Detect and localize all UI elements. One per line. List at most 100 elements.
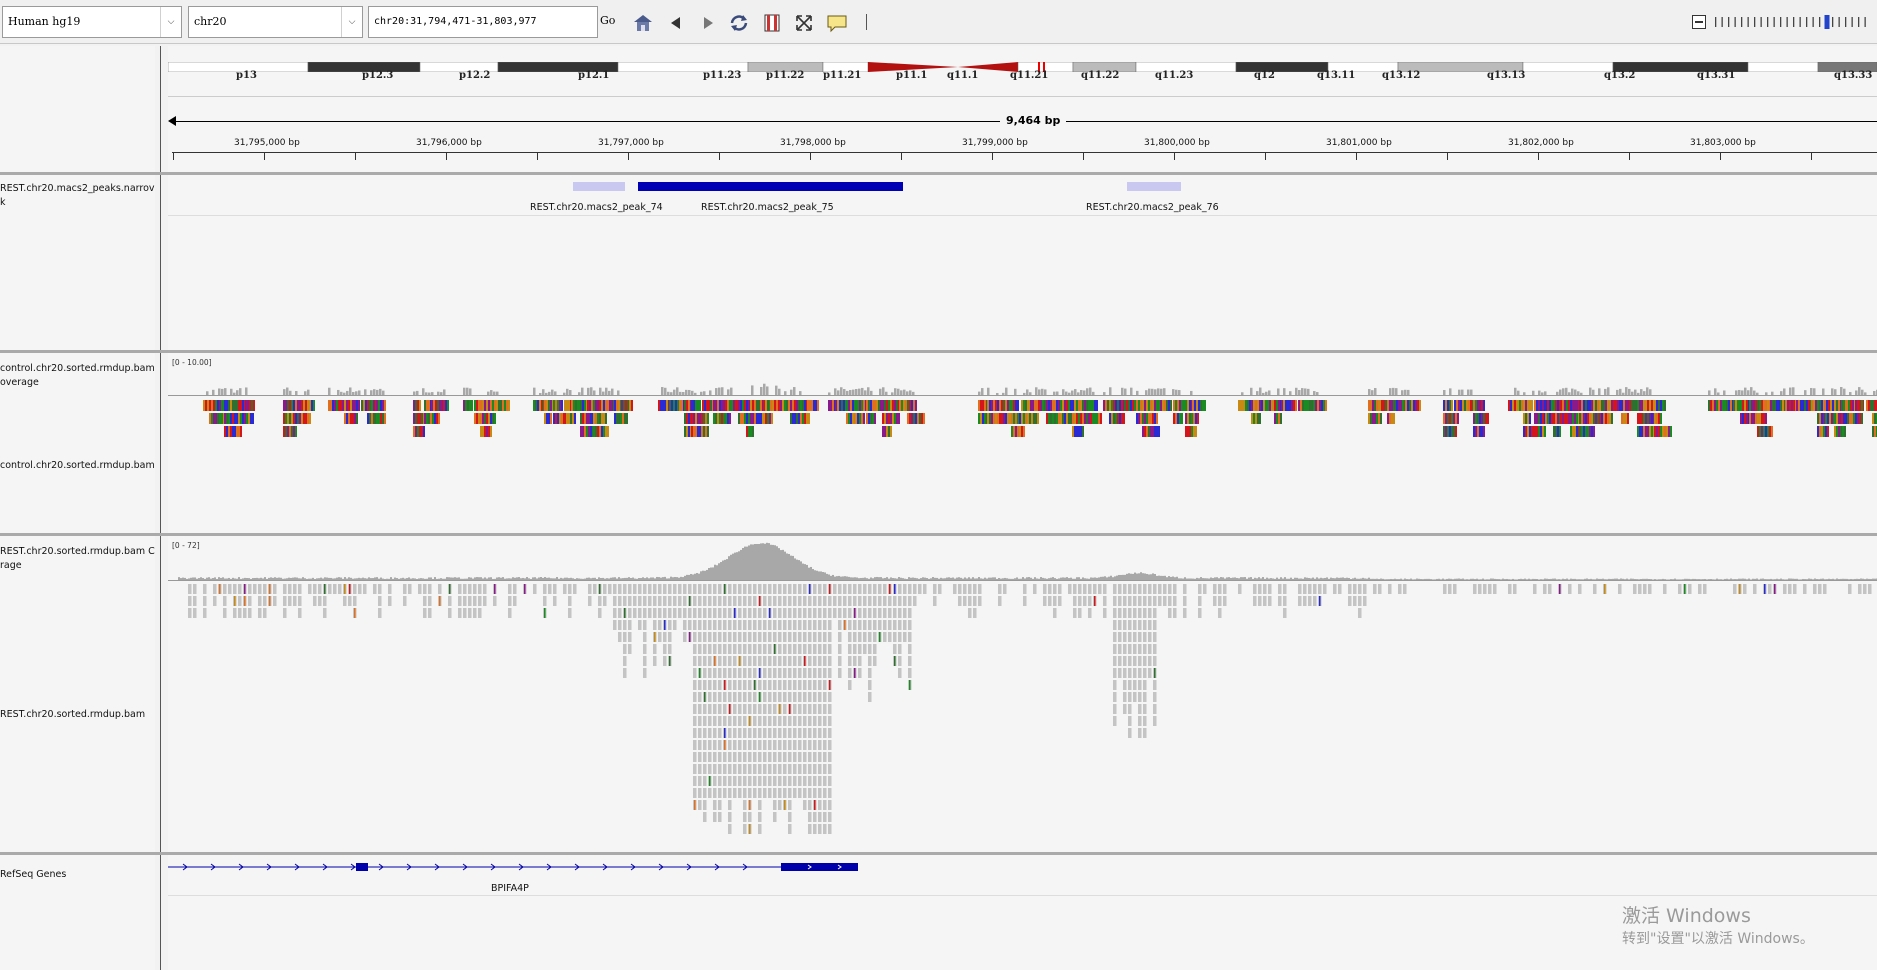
forward-icon[interactable] (697, 12, 719, 34)
cytoband-label: p11.1 (896, 70, 928, 81)
ruler-tick (264, 152, 265, 160)
windows-activation-hint: 转到"设置"以激活 Windows。 (1622, 931, 1814, 947)
cytoband-label: q11.22 (1081, 70, 1120, 81)
cytoband-label: q12 (1254, 70, 1275, 81)
peak-feature-75[interactable] (638, 182, 903, 191)
fit-window-icon[interactable] (793, 12, 815, 34)
zoom-tick (1767, 17, 1769, 27)
zoom-slider[interactable] (1715, 15, 1877, 29)
locus-input[interactable]: chr20:31,794,471-31,803,977 (368, 6, 598, 38)
cytoband (1522, 62, 1614, 72)
chevron-down-icon[interactable]: ⌵ (341, 7, 362, 37)
cytoband-label: p12.3 (362, 70, 394, 81)
track-separator (168, 215, 1877, 216)
panel-divider (160, 46, 161, 172)
ruler-tick-label: 31,796,000 bp (416, 138, 482, 148)
zoom-tick (1845, 17, 1847, 27)
panel-divider (160, 175, 161, 350)
control-coverage-histogram (206, 383, 1877, 395)
zoom-tick (1851, 17, 1853, 27)
ruler-tick (1174, 152, 1175, 160)
rest-coverage-histogram (178, 542, 1877, 580)
cytoband-label: p11.22 (766, 70, 805, 81)
roi-icon[interactable] (761, 12, 783, 34)
ruler-tick (1265, 152, 1266, 160)
ruler-tick (901, 152, 902, 160)
cytoband-label: q13.31 (1697, 70, 1736, 81)
zoom-tick (1715, 17, 1717, 27)
ruler-tick (537, 152, 538, 160)
zoom-tick (1812, 17, 1814, 27)
zoom-tick (1728, 17, 1730, 27)
cytoband-label: p12.2 (459, 70, 491, 81)
rest-alignment-view[interactable] (168, 536, 1877, 852)
peaks-data-panel (168, 175, 1877, 350)
gene-model-BPIFA4P[interactable] (168, 855, 1877, 895)
control-coverage-track-name[interactable]: control.chr20.sorted.rmdup.bam (0, 363, 155, 374)
gene-exon[interactable] (781, 863, 858, 871)
zoom-tick (1864, 17, 1866, 27)
ruler-tick (1538, 152, 1539, 160)
cytoband-label: q11.21 (1010, 70, 1049, 81)
cytoband-label: p12.1 (578, 70, 610, 81)
zoom-tick (1838, 17, 1840, 27)
chevron-down-icon[interactable]: ⌵ (160, 7, 181, 37)
peak-feature-76[interactable] (1127, 182, 1181, 191)
cytoband-label: p11.21 (823, 70, 862, 81)
refresh-icon[interactable] (728, 12, 750, 34)
go-button[interactable]: Go (600, 14, 615, 27)
rest-reads-track-name[interactable]: REST.chr20.sorted.rmdup.bam (0, 709, 145, 720)
zoom-tick (1793, 17, 1795, 27)
ruler-tick (1811, 152, 1812, 160)
rest-coverage-track-name[interactable]: REST.chr20.sorted.rmdup.bam C (0, 546, 155, 557)
peak-label-76: REST.chr20.macs2_peak_76 (1086, 202, 1219, 213)
zoom-tick (1773, 17, 1775, 27)
genes-name-panel: RefSeq Genes (0, 855, 155, 970)
genes-track-name[interactable]: RefSeq Genes (0, 869, 66, 880)
control-read-stack (203, 400, 1877, 437)
genome-dropdown[interactable]: Human hg19 ⌵ (2, 6, 182, 38)
peaks-track-name-wrap: k (0, 197, 6, 208)
ruler-tick (173, 152, 174, 160)
control-reads-track-name[interactable]: control.chr20.sorted.rmdup.bam (0, 460, 155, 471)
rest-coverage-track-name-wrap: rage (0, 560, 22, 571)
peak-label-75: REST.chr20.macs2_peak_75 (701, 202, 834, 213)
popup-info-icon[interactable] (826, 12, 848, 34)
zoom-tick (1734, 17, 1736, 27)
control-alignment-view[interactable] (168, 353, 1877, 533)
chromosome-dropdown[interactable]: chr20 ⌵ (188, 6, 363, 38)
peak-label-74: REST.chr20.macs2_peak_74 (530, 202, 663, 213)
control-name-panel: control.chr20.sorted.rmdup.bam overage c… (0, 353, 155, 533)
control-coverage-track-name-wrap: overage (0, 377, 39, 388)
ruler-tick-label: 31,798,000 bp (780, 138, 846, 148)
ruler-tick-label: 31,799,000 bp (962, 138, 1028, 148)
back-icon[interactable] (665, 12, 687, 34)
zoom-out-button[interactable] (1692, 15, 1706, 29)
ruler-tick (1720, 152, 1721, 160)
cytoband-label: q13.2 (1604, 70, 1636, 81)
cytoband-label: q11.1 (947, 70, 979, 81)
rest-name-panel: REST.chr20.sorted.rmdup.bam C rage REST.… (0, 536, 155, 852)
ruler-tick-label: 31,800,000 bp (1144, 138, 1210, 148)
zoom-tick (1721, 17, 1723, 27)
peaks-track-name[interactable]: REST.chr20.macs2_peaks.narrov (0, 183, 155, 194)
windows-activation-watermark: 激活 Windows (1622, 905, 1751, 927)
cytoband-label: p13 (236, 70, 257, 81)
home-icon[interactable] (632, 12, 654, 34)
ruler-tick (810, 152, 811, 160)
ideogram-separator (168, 96, 1877, 97)
zoom-slider-thumb[interactable] (1824, 15, 1830, 29)
gene-exon[interactable] (356, 863, 368, 871)
locus-value: chr20:31,794,471-31,803,977 (374, 16, 537, 27)
zoom-tick (1741, 17, 1743, 27)
zoom-tick (1806, 17, 1808, 27)
zoom-tick (1819, 17, 1821, 27)
ruler-tick (1629, 152, 1630, 160)
ruler-tick (719, 152, 720, 160)
genome-value: Human hg19 (8, 15, 81, 28)
ruler-tick-label: 31,801,000 bp (1326, 138, 1392, 148)
toolbar: Human hg19 ⌵ chr20 ⌵ chr20:31,794,471-31… (0, 0, 1877, 44)
gene-label[interactable]: BPIFA4P (491, 883, 529, 894)
ruler-tick-label: 31,795,000 bp (234, 138, 300, 148)
peak-feature-74[interactable] (573, 182, 625, 191)
